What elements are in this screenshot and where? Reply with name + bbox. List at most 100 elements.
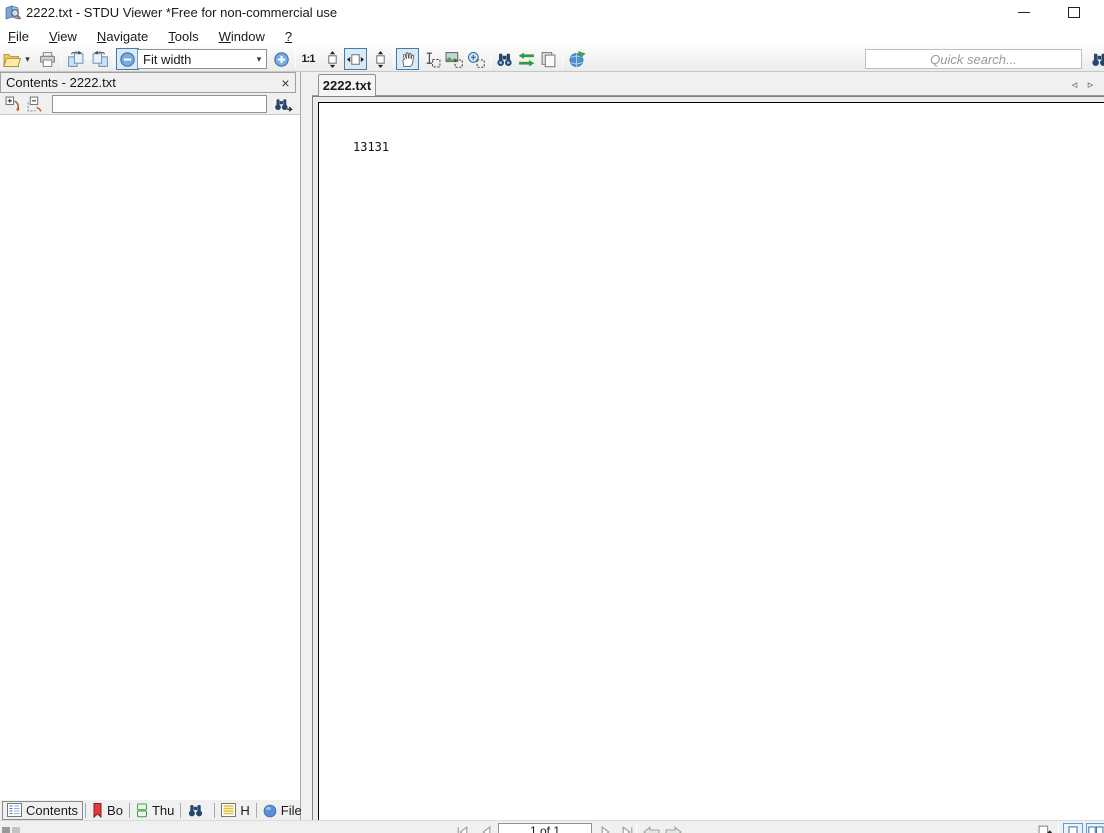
swap-arrows-icon — [518, 52, 534, 66]
facing-pages-layout-button[interactable] — [1086, 823, 1104, 833]
sidebar-close-button[interactable]: × — [277, 74, 294, 91]
back-arrow-icon — [642, 826, 659, 833]
facing-pages-icon — [1088, 826, 1104, 833]
collapse-all-icon — [27, 96, 42, 112]
document-text: 13131 — [353, 140, 390, 154]
select-text-tool-button[interactable] — [421, 48, 443, 70]
previous-page-icon — [482, 826, 491, 833]
page-indicator[interactable]: 1 of 1 — [498, 823, 592, 833]
tab-separator — [128, 802, 130, 818]
single-page-layout-button[interactable] — [1063, 823, 1083, 833]
last-page-button[interactable] — [617, 823, 637, 833]
fit-height-button[interactable] — [369, 48, 391, 70]
files-icon — [263, 804, 277, 817]
page-export-icon — [1038, 825, 1052, 833]
contents-icon — [7, 803, 22, 817]
open-file-button[interactable] — [2, 48, 22, 70]
rotate-counterclockwise-button[interactable] — [89, 48, 111, 70]
document-tab-bar: 2222.txt ◃ ▹ — [312, 72, 1104, 96]
collapse-all-button[interactable] — [25, 95, 45, 114]
document-tab[interactable]: 2222.txt — [318, 74, 376, 96]
document-viewport[interactable]: 13131 — [312, 96, 1104, 820]
statusbar-separator — [1058, 824, 1059, 833]
fit-width-icon — [347, 53, 364, 65]
highlights-icon — [221, 803, 237, 817]
zoom-in-button[interactable] — [270, 48, 293, 70]
zoom-mode-combobox[interactable]: Fit width ▾ — [137, 49, 267, 69]
history-forward-button[interactable] — [663, 823, 683, 833]
sidebar-tab-highlights[interactable]: H — [217, 801, 253, 820]
sidebar-tab-search[interactable] — [183, 801, 212, 820]
menu-file[interactable]: File — [1, 26, 36, 47]
contents-tree[interactable] — [0, 114, 300, 800]
hand-tool-button[interactable] — [396, 48, 419, 70]
toolbar-separator — [295, 50, 296, 68]
export-button[interactable] — [565, 48, 589, 70]
zoom-out-button[interactable] — [116, 48, 139, 70]
first-page-button[interactable] — [452, 823, 472, 833]
sidebar-title: Contents - 2222.txt — [6, 75, 116, 90]
thumbnails-icon — [136, 803, 147, 817]
print-button[interactable] — [36, 48, 58, 70]
compare-documents-button[interactable] — [515, 48, 537, 70]
sidebar-tab-contents[interactable]: Contents — [2, 800, 84, 820]
tab-separator — [214, 802, 216, 818]
toolbar-separator — [490, 50, 491, 68]
menu-help[interactable]: ? — [278, 26, 299, 47]
sidebar-tab-bookmarks[interactable]: Bo — [88, 801, 127, 820]
main-toolbar: ▾ Fit width ▾ 1:1 Quick search... — [0, 47, 1104, 72]
actual-size-button[interactable]: 1:1 — [297, 48, 319, 70]
tab-scroll-left-button[interactable]: ◃ — [1068, 78, 1081, 91]
select-image-tool-button[interactable] — [443, 48, 465, 70]
title-bar: 2222.txt - STDU Viewer *Free for non-com… — [0, 0, 1104, 26]
sidebar-tab-thumbnails[interactable]: Thu — [132, 801, 178, 820]
tab-separator — [85, 802, 87, 818]
quick-search-go-button[interactable] — [1088, 48, 1104, 70]
tab-separator — [180, 802, 182, 818]
select-text-icon — [426, 52, 441, 67]
zoom-region-tool-button[interactable] — [465, 48, 487, 70]
binoculars-icon — [189, 804, 203, 816]
menu-window[interactable]: Window — [212, 26, 272, 47]
fit-page-button[interactable] — [321, 48, 343, 70]
copy-page-button[interactable] — [537, 48, 559, 70]
quick-search-input[interactable] — [865, 49, 1082, 69]
export-page-button[interactable] — [1036, 823, 1054, 833]
bookmark-icon — [93, 802, 102, 818]
next-page-button[interactable] — [596, 823, 616, 833]
rotate-clockwise-button[interactable] — [65, 48, 87, 70]
printer-icon — [39, 51, 55, 67]
stdu-viewer-window: 2222.txt - STDU Viewer *Free for non-com… — [0, 0, 1104, 833]
single-page-icon — [1068, 826, 1078, 833]
expand-all-button[interactable] — [3, 95, 23, 114]
tab-scroll-right-button[interactable]: ▹ — [1084, 78, 1097, 91]
minimize-button[interactable] — [1006, 2, 1042, 23]
caret-down-icon: ▾ — [25, 54, 30, 64]
app-logo-icon — [5, 5, 22, 20]
panel-splitter[interactable] — [301, 72, 312, 820]
menu-tools[interactable]: Tools — [161, 26, 205, 47]
menu-navigate[interactable]: Navigate — [90, 26, 155, 47]
maximize-button[interactable] — [1056, 2, 1092, 23]
maximize-icon — [1068, 7, 1080, 18]
zoom-out-icon — [120, 51, 135, 67]
binoculars-icon — [1091, 53, 1104, 66]
document-page: 13131 — [318, 102, 1104, 820]
fit-width-button[interactable] — [344, 48, 367, 70]
first-page-icon — [457, 826, 467, 833]
tab-separator — [255, 802, 257, 818]
menu-view[interactable]: View — [42, 26, 84, 47]
minimize-icon — [1018, 12, 1030, 13]
previous-page-button[interactable] — [476, 823, 496, 833]
advanced-search-button[interactable] — [493, 48, 515, 70]
contents-filter-input[interactable] — [52, 95, 267, 113]
sidebar-tab-files[interactable]: File — [259, 801, 306, 820]
select-image-icon — [445, 51, 463, 68]
expand-all-icon — [5, 96, 20, 112]
find-in-contents-button[interactable] — [272, 95, 296, 114]
rotate-clockwise-icon — [68, 50, 84, 67]
status-bar: 1 of 1 — [0, 820, 1104, 833]
history-back-button[interactable] — [641, 823, 661, 833]
fit-height-icon — [375, 50, 385, 68]
open-file-dropdown[interactable]: ▾ — [22, 48, 33, 70]
